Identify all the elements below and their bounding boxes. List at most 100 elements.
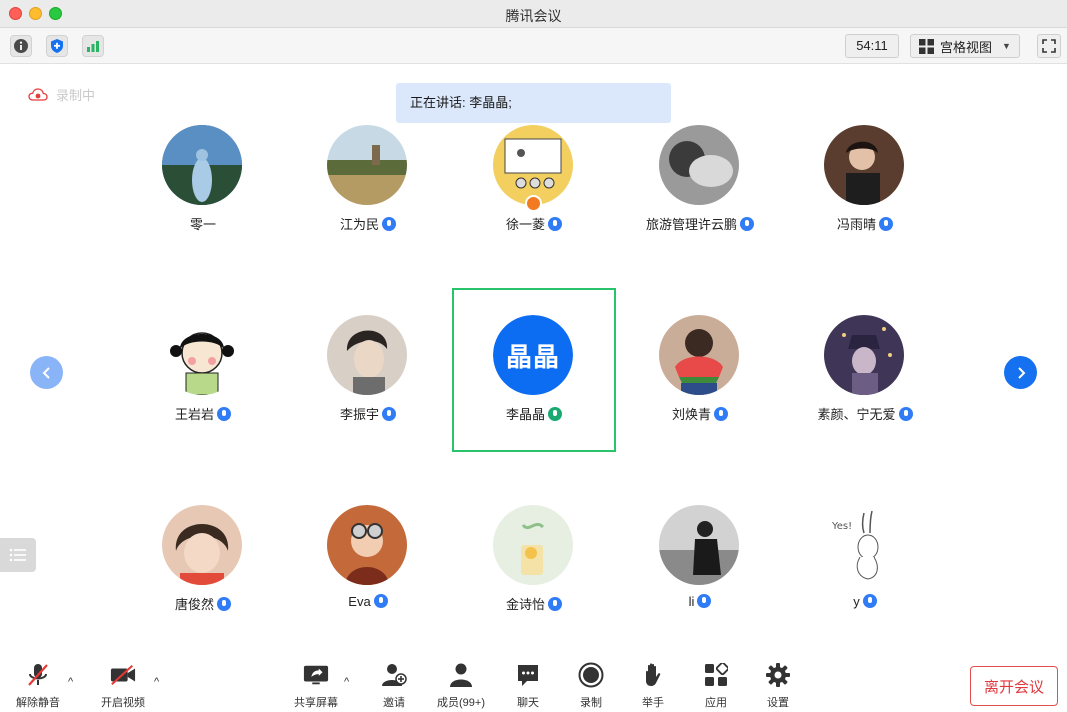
- invite-label: 邀请: [383, 697, 405, 709]
- participant-name: 李振宇: [339, 407, 379, 422]
- view-mode-dropdown[interactable]: 宫格视图 ▼: [910, 34, 1020, 58]
- participant-tile[interactable]: 旅游管理许云鹏: [617, 125, 783, 291]
- avatar: 晶晶: [493, 315, 573, 395]
- participant-name-row: 李振宇: [285, 404, 451, 423]
- share-screen-icon: [303, 665, 329, 685]
- participant-name-row: 零一: [120, 214, 286, 233]
- participant-tile[interactable]: li: [617, 505, 783, 671]
- participant-name: Eva: [348, 594, 371, 609]
- avatar: [493, 505, 573, 585]
- apps-button[interactable]: 应用: [683, 662, 749, 710]
- gear-icon: [766, 663, 790, 687]
- grid-view-icon: [919, 38, 934, 54]
- mic-status-icon: [548, 217, 562, 231]
- chat-button[interactable]: 聊天: [495, 662, 561, 710]
- avatar: [659, 125, 739, 205]
- fullscreen-button[interactable]: [1037, 34, 1061, 58]
- participant-tile[interactable]: 李振宇: [285, 315, 451, 481]
- avatar: Yes!: [824, 505, 904, 585]
- participant-tile[interactable]: 刘焕青: [617, 315, 783, 481]
- avatar: [659, 505, 739, 585]
- start-video-button[interactable]: 开启视频: [90, 662, 156, 710]
- participant-tile[interactable]: 唐俊然: [120, 505, 286, 671]
- mic-status-icon: [548, 597, 562, 611]
- mic-status-icon: [714, 407, 728, 421]
- title-bar: 腾讯会议: [0, 0, 1067, 28]
- view-mode-label: 宫格视图: [940, 39, 993, 55]
- mic-status-icon: [697, 594, 712, 608]
- avatar: [327, 315, 407, 395]
- participant-tile[interactable]: 金诗怡: [451, 505, 617, 671]
- network-status-button[interactable]: [82, 35, 104, 57]
- participant-tile[interactable]: 零一: [120, 125, 286, 291]
- meeting-timer: 54:11: [845, 34, 899, 58]
- participant-name: 李晶晶: [505, 407, 545, 422]
- microphone-muted-icon: [28, 664, 48, 686]
- previous-page-button[interactable]: [30, 356, 63, 389]
- participant-name: 王岩岩: [174, 407, 214, 422]
- video-options-chevron-icon[interactable]: ^: [154, 676, 159, 688]
- add-user-icon: [382, 664, 407, 686]
- mic-status-icon: [382, 407, 396, 421]
- mic-status-icon: [217, 597, 231, 611]
- record-button[interactable]: 录制: [558, 662, 624, 710]
- chat-label: 聊天: [517, 697, 539, 709]
- share-options-chevron-icon[interactable]: ^: [344, 676, 349, 688]
- avatar: [493, 125, 573, 205]
- security-button[interactable]: [46, 35, 68, 57]
- participant-name: 刘焕青: [671, 407, 711, 422]
- avatar: [824, 315, 904, 395]
- start-video-label: 开启视频: [101, 697, 145, 709]
- avatar-initials: 晶晶: [493, 315, 573, 395]
- participant-name: 唐俊然: [174, 597, 214, 612]
- side-panel-toggle[interactable]: [0, 538, 36, 572]
- mic-status-icon: [740, 217, 754, 231]
- participant-tile[interactable]: 冯雨晴: [782, 125, 948, 291]
- info-icon: [14, 39, 28, 53]
- fullscreen-icon: [1042, 39, 1056, 53]
- svg-text:Yes!: Yes!: [831, 521, 852, 532]
- signal-bars-icon: [87, 41, 99, 52]
- chevron-left-icon: [42, 366, 50, 379]
- next-page-button[interactable]: [1004, 356, 1037, 389]
- participant-name-row: 江为民: [285, 214, 451, 233]
- record-icon: [578, 662, 604, 688]
- invite-button[interactable]: 邀请: [361, 662, 427, 710]
- settings-button[interactable]: 设置: [745, 662, 811, 710]
- share-screen-label: 共享屏幕: [294, 697, 338, 709]
- participant-tile[interactable]: 徐一菱: [451, 125, 617, 291]
- raise-hand-button[interactable]: 举手: [620, 662, 686, 710]
- participant-tile[interactable]: 素颜、宁无爱: [782, 315, 948, 481]
- share-screen-button[interactable]: 共享屏幕: [283, 662, 349, 710]
- mic-active-icon: [548, 407, 562, 421]
- info-button[interactable]: [10, 35, 32, 57]
- avatar: [162, 505, 242, 585]
- participant-tile[interactable]: 晶晶 李晶晶: [451, 315, 617, 481]
- participant-tile[interactable]: Yes! y: [782, 505, 948, 671]
- participant-name-row: 冯雨晴: [782, 214, 948, 233]
- participant-name-row: 旅游管理许云鹏: [617, 214, 783, 233]
- members-button[interactable]: 成员(99+): [428, 662, 494, 710]
- unmute-button[interactable]: 解除静音: [5, 662, 71, 710]
- apps-icon: [705, 663, 728, 686]
- participant-tile[interactable]: Eva: [285, 505, 451, 671]
- audio-options-chevron-icon[interactable]: ^: [68, 676, 73, 688]
- avatar: [824, 125, 904, 205]
- participant-name: 素颜、宁无爱: [817, 407, 896, 422]
- participant-tile[interactable]: 江为民: [285, 125, 451, 291]
- host-badge-icon: [525, 195, 542, 212]
- mic-status-icon: [862, 594, 877, 608]
- recording-cloud-icon: [28, 87, 48, 101]
- participant-name: y: [853, 594, 860, 609]
- participant-name: 江为民: [339, 217, 379, 232]
- recording-label: 录制中: [56, 88, 96, 103]
- participant-name-row: 刘焕青: [617, 404, 783, 423]
- participant-tile[interactable]: 王岩岩: [120, 315, 286, 481]
- mic-status-icon: [217, 407, 231, 421]
- window-title: 腾讯会议: [505, 8, 562, 24]
- participant-name-row: 金诗怡: [451, 594, 617, 613]
- leave-meeting-button[interactable]: 离开会议: [970, 666, 1058, 706]
- participant-name: li: [688, 594, 695, 609]
- settings-label: 设置: [767, 697, 789, 709]
- avatar: [659, 315, 739, 395]
